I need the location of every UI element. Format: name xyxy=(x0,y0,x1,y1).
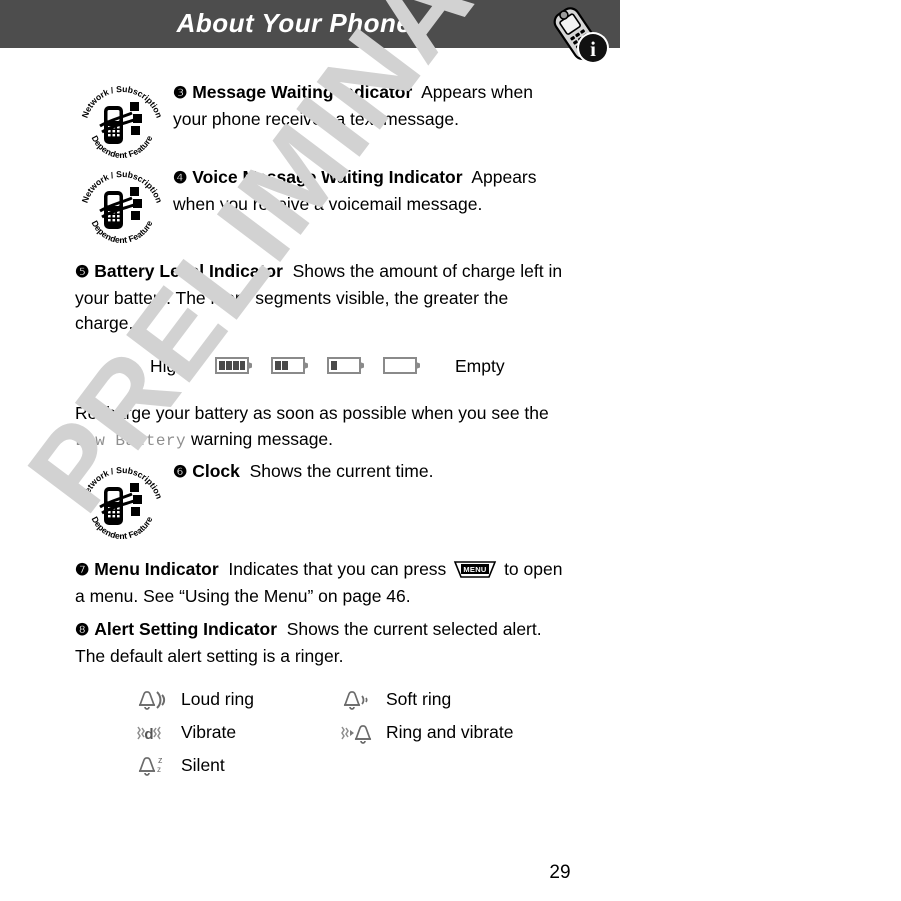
item-clock: ❻ Clock Shows the current time. xyxy=(173,459,565,486)
page-content: Network / Subscription Dependent Feature xyxy=(0,0,901,901)
alert-settings-table: Loud ring Soft ring d Vibrate Ring and v… xyxy=(135,684,565,783)
soft-ring-icon xyxy=(340,687,374,713)
battery-empty-label: Empty xyxy=(455,356,505,376)
network-subscription-dependent-feature-badge: Network / Subscription Dependent Feature xyxy=(78,461,166,549)
alert-option-label: Vibrate xyxy=(181,722,237,742)
item-body-before-key: Indicates that you can press xyxy=(228,559,447,579)
alert-settings-row: z z Silent xyxy=(135,750,565,783)
alert-option-label: Soft ring xyxy=(386,689,452,709)
battery-level-icon xyxy=(215,357,255,374)
svg-text:d: d xyxy=(144,726,153,743)
svg-text:MENU: MENU xyxy=(464,565,487,574)
svg-text:z: z xyxy=(157,765,161,774)
item-message-waiting-indicator: ❸ Message Waiting Indicator Appears when… xyxy=(173,80,565,132)
alert-option-label: Ring and vibrate xyxy=(386,722,514,742)
item-title: Battery Level Indicator xyxy=(94,261,283,281)
menu-key-icon: MENU xyxy=(453,560,497,579)
silent-icon: z z xyxy=(135,753,169,779)
network-subscription-dependent-feature-badge: Network / Subscription Dependent Feature xyxy=(78,165,166,253)
item-body: Shows the current time. xyxy=(249,461,434,481)
battery-level-icon xyxy=(327,357,367,374)
item-number: ❽ xyxy=(75,622,90,639)
loud-ring-icon xyxy=(135,687,169,713)
recharge-note: Recharge your battery as soon as possibl… xyxy=(75,401,570,454)
item-title: Message Waiting Indicator xyxy=(192,82,413,102)
alert-option-label: Silent xyxy=(181,755,225,775)
battery-high-label: High xyxy=(150,356,186,376)
ring-and-vibrate-icon xyxy=(340,720,374,746)
battery-level-scale: High Empty xyxy=(75,352,555,382)
item-menu-indicator: ❼ Menu Indicator Indicates that you can … xyxy=(75,557,575,609)
svg-text:z: z xyxy=(158,755,163,765)
vibrate-icon: d xyxy=(135,720,169,746)
item-voice-message-waiting-indicator: ❹ Voice Message Waiting Indicator Appear… xyxy=(173,165,565,217)
network-subscription-dependent-feature-badge: Network / Subscription Dependent Feature xyxy=(78,80,166,168)
item-title: Alert Setting Indicator xyxy=(94,619,278,639)
alert-settings-row: Loud ring Soft ring xyxy=(135,684,565,717)
item-battery-level-indicator: ❺ Battery Level Indicator Shows the amou… xyxy=(75,259,570,337)
recharge-note-before: Recharge your battery as soon as possibl… xyxy=(75,403,549,423)
item-number: ❹ xyxy=(173,170,188,187)
battery-level-icon xyxy=(271,357,311,374)
item-number: ❺ xyxy=(75,264,90,281)
item-title: Voice Message Waiting Indicator xyxy=(192,167,463,187)
battery-level-icon xyxy=(383,357,423,374)
item-alert-setting-indicator: ❽ Alert Setting Indicator Shows the curr… xyxy=(75,617,575,669)
item-number: ❸ xyxy=(173,85,188,102)
item-title: Menu Indicator xyxy=(94,559,219,579)
alert-settings-row: d Vibrate Ring and vibrate xyxy=(135,717,565,750)
low-battery-code: Low Battery xyxy=(75,431,187,450)
item-title: Clock xyxy=(192,461,240,481)
alert-option-label: Loud ring xyxy=(181,689,254,709)
recharge-note-after: warning message. xyxy=(191,428,334,449)
item-number: ❻ xyxy=(173,464,188,481)
item-number: ❼ xyxy=(75,562,90,579)
page-number: 29 xyxy=(549,862,571,883)
